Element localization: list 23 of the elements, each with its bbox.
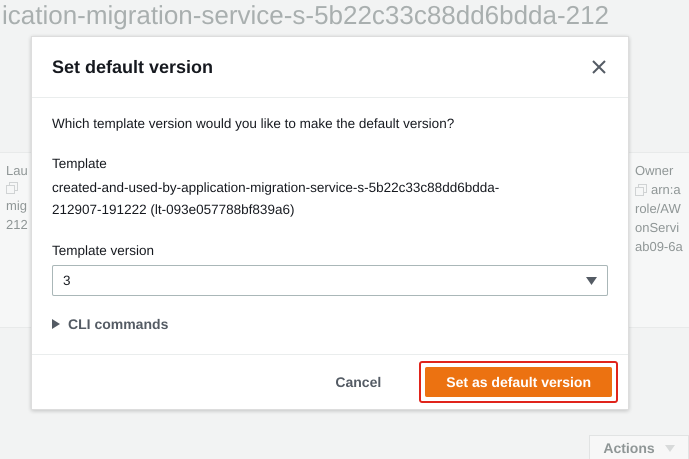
version-label: Template version bbox=[52, 242, 156, 260]
field-label: Owner bbox=[635, 163, 674, 178]
field-value: role/AW bbox=[635, 201, 682, 216]
template-value: created-and-used-by-application-migration-service-s-5b22c33c88dd6bdda-212907-191222 (lt-093e057788bf839a6) bbox=[52, 179, 500, 219]
copy-icon[interactable] bbox=[6, 182, 18, 194]
template-label: Template bbox=[52, 155, 108, 173]
dialog-title: Set default version bbox=[52, 56, 214, 78]
field-value: onServi bbox=[635, 220, 680, 235]
field-label: Lau bbox=[6, 163, 28, 178]
field-value: ab09-6a bbox=[635, 239, 683, 254]
close-icon[interactable] bbox=[590, 58, 608, 76]
caret-icon bbox=[52, 319, 60, 329]
field-value: 212 bbox=[6, 217, 28, 232]
dialog-question: Which template version would you like to make the default version? bbox=[52, 115, 456, 133]
field-value: arn:a bbox=[651, 182, 681, 197]
field-value: mig bbox=[6, 198, 28, 213]
caret-icon bbox=[664, 444, 675, 452]
cancel-button[interactable]: Cancel bbox=[317, 368, 400, 396]
version-select[interactable]: 3 bbox=[52, 265, 608, 296]
caret-icon bbox=[586, 276, 597, 284]
cli-commands-toggle[interactable]: CLI commands bbox=[52, 316, 168, 332]
page-title: ication-migration-service-s-5b22c33c88dd6bdda-212 bbox=[1, 0, 610, 32]
copy-icon[interactable] bbox=[635, 184, 647, 196]
